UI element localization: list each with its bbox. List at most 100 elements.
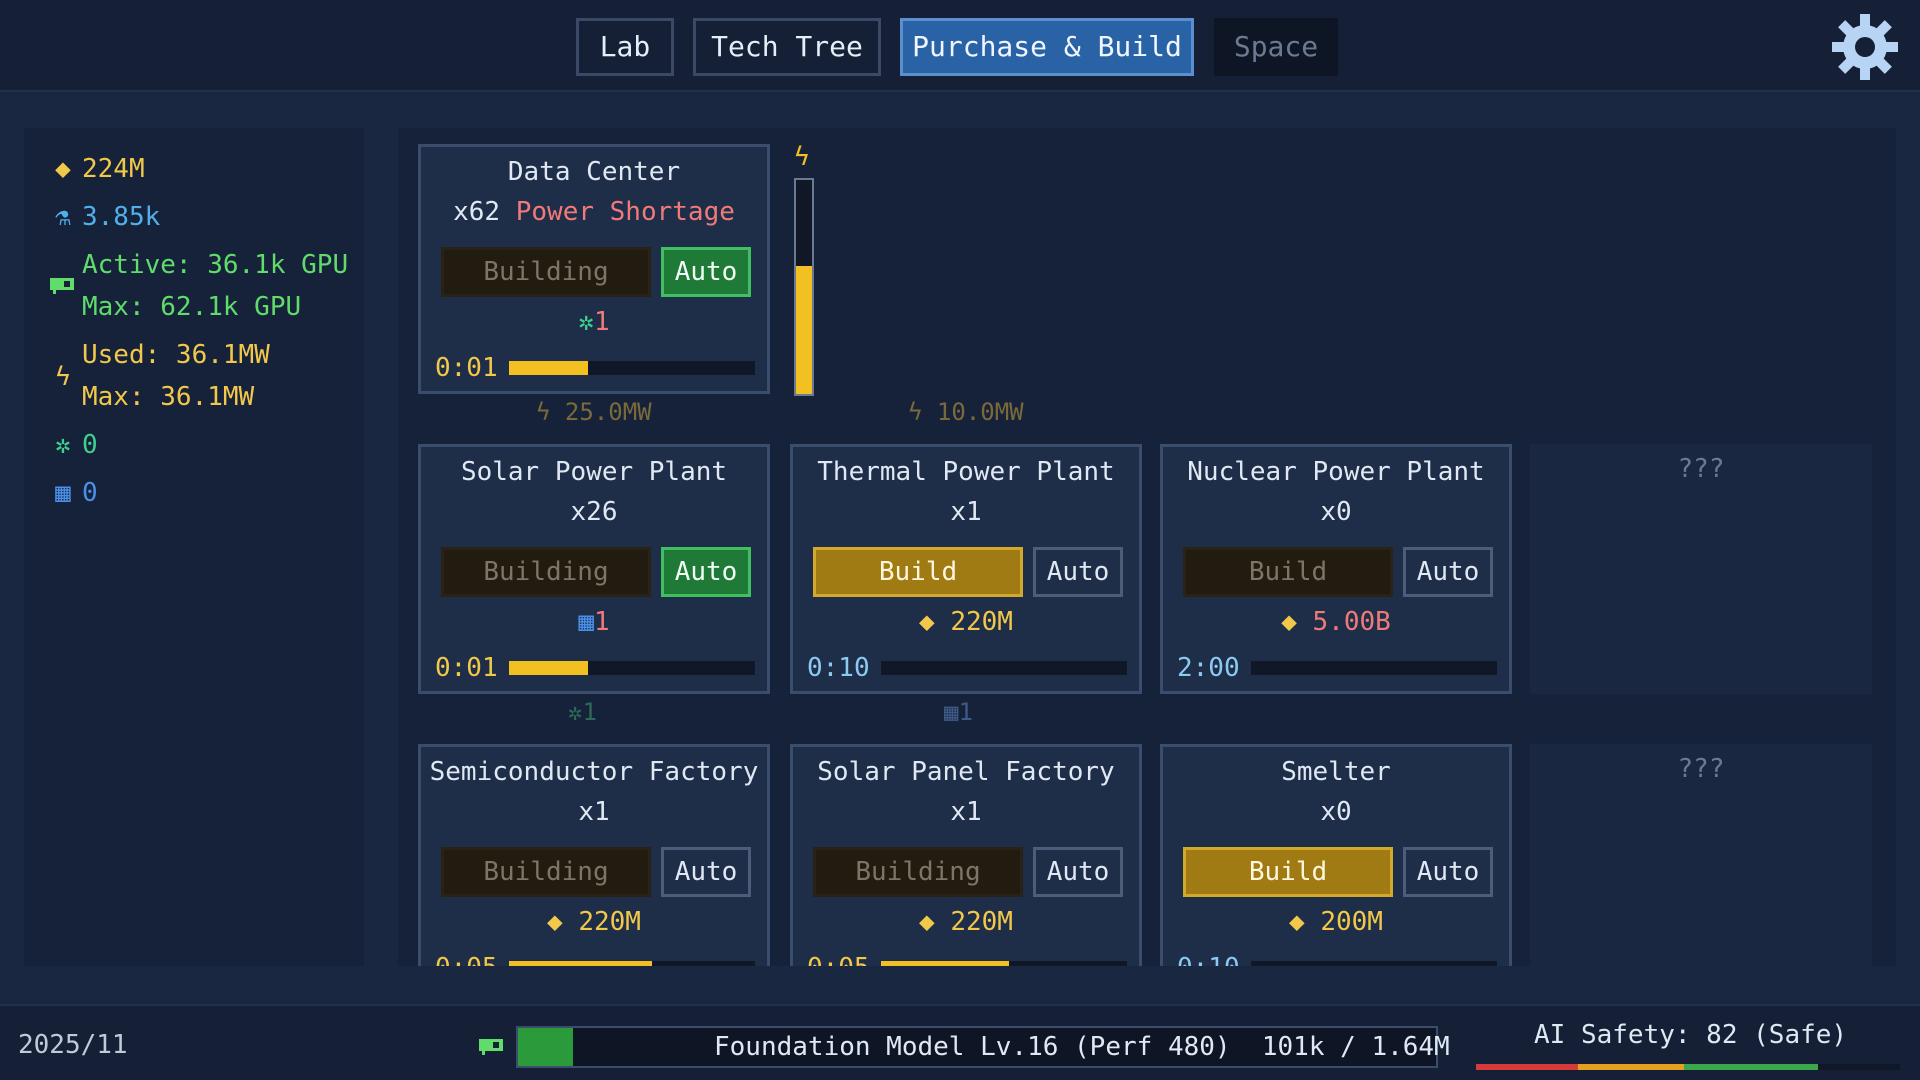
chip-icon: ✲ — [578, 307, 594, 337]
card-count: x1 — [950, 497, 982, 527]
card-smelter: Smelter x0 Build Auto ◆ 200M 0:10 — [1160, 744, 1512, 966]
tab-lab[interactable]: Lab — [576, 18, 674, 76]
money-icon: ◆ — [55, 154, 71, 184]
card-title: Nuclear Power Plant — [1187, 457, 1485, 487]
card-cost: ◆ 5.00B — [1281, 607, 1391, 637]
panel-stat: ▦ 0 — [48, 472, 97, 514]
gpu-stat: Active: 36.1k GPU Max: 62.1k GPU — [48, 244, 348, 328]
card-nuclear-power-plant: Nuclear Power Plant x0 Build Auto ◆ 5.00… — [1160, 444, 1512, 694]
card-timer: 0:05 — [435, 953, 498, 966]
model-progress: 101k / 1.64M — [1261, 1032, 1450, 1062]
thermal-power-output: ϟ 10.0MW — [908, 398, 1024, 426]
solar-panel-icon: ▦ — [55, 478, 71, 508]
building-button[interactable]: Building — [441, 547, 651, 597]
card-timer: 0:10 — [1177, 953, 1240, 966]
progress-bar — [1251, 961, 1497, 966]
tab-tech-tree[interactable]: Tech Tree — [693, 18, 881, 76]
card-timer: 0:01 — [435, 353, 498, 383]
ai-safety-meter — [1476, 1064, 1900, 1070]
card-solar-power-plant: Solar Power Plant x26 Building Auto ▦1 0… — [418, 444, 770, 694]
gpu-icon — [48, 266, 78, 308]
gear-icon[interactable] — [1830, 12, 1900, 82]
card-semiconductor-factory: Semiconductor Factory x1 Building Auto ◆… — [418, 744, 770, 966]
progress-bar — [509, 961, 755, 966]
card-count: x1 — [950, 797, 982, 827]
money-stat: ◆ 224M — [48, 148, 144, 190]
progress-bar — [509, 361, 755, 375]
money-icon: ◆ — [1281, 607, 1313, 637]
money-icon: ◆ — [919, 907, 951, 937]
card-timer: 0:01 — [435, 653, 498, 683]
card-cost: ◆ 200M — [1289, 907, 1383, 937]
tab-purchase-build[interactable]: Purchase & Build — [900, 18, 1194, 76]
card-count: x62 Power Shortage — [453, 197, 735, 227]
building-button[interactable]: Building — [441, 847, 651, 897]
card-title: Semiconductor Factory — [429, 757, 759, 787]
progress-bar — [509, 661, 755, 675]
top-bar: Lab Tech Tree Purchase & Build Space — [0, 0, 1920, 92]
chip-stat: ✲ 0 — [48, 424, 97, 466]
card-timer: 0:05 — [807, 953, 870, 966]
money-icon: ◆ — [919, 607, 951, 637]
auto-button[interactable]: Auto — [661, 247, 751, 297]
power-shortage-label: Power Shortage — [515, 197, 735, 227]
chip-icon: ✲ — [55, 430, 71, 460]
building-button[interactable]: Building — [441, 247, 651, 297]
progress-bar — [881, 961, 1127, 966]
status-bar: 2025/11 Foundation Model Lv.16 (Perf 480… — [0, 1004, 1920, 1080]
card-title: Smelter — [1281, 757, 1391, 787]
card-cost: ◆ 220M — [547, 907, 641, 937]
money-icon: ◆ — [547, 907, 579, 937]
card-cost: ▦1 — [578, 607, 610, 637]
research-stat: ⚗ 3.85k — [48, 196, 160, 238]
build-button[interactable]: Build — [813, 547, 1023, 597]
card-title: Solar Power Plant — [460, 457, 728, 487]
card-locked: ??? — [1530, 444, 1872, 694]
solar-panel-icon: ▦ — [578, 607, 594, 637]
power-stat: ϟ Used: 36.1MW Max: 36.1MW — [48, 334, 270, 418]
card-count: x26 — [570, 497, 618, 527]
resource-panel: ◆ 224M ⚗ 3.85k Active: 36.1k GPU Max: 62.1… — [24, 128, 364, 966]
power-gauge — [794, 178, 814, 396]
auto-button[interactable]: Auto — [661, 847, 751, 897]
card-locked: ??? — [1530, 744, 1872, 966]
auto-button[interactable]: Auto — [1403, 847, 1493, 897]
build-button[interactable]: Build — [1183, 847, 1393, 897]
card-count: x0 — [1320, 497, 1352, 527]
card-cost: ◆ 220M — [919, 907, 1013, 937]
card-title: Data Center — [507, 157, 681, 187]
building-button[interactable]: Building — [813, 847, 1023, 897]
solar-power-output: ϟ 25.0MW — [536, 398, 652, 426]
model-training-bar: Foundation Model Lv.16 (Perf 480) 101k /… — [516, 1026, 1450, 1068]
card-title: Solar Panel Factory — [817, 757, 1115, 787]
card-solar-panel-factory: Solar Panel Factory x1 Building Auto ◆ 2… — [790, 744, 1142, 966]
model-name: Foundation Model Lv.16 (Perf 480) — [714, 1032, 1231, 1062]
card-timer: 2:00 — [1177, 653, 1240, 683]
auto-button[interactable]: Auto — [661, 547, 751, 597]
card-count: x1 — [578, 797, 610, 827]
card-timer: 0:10 — [807, 653, 870, 683]
auto-button[interactable]: Auto — [1033, 547, 1123, 597]
bolt-icon: ϟ — [794, 142, 810, 172]
tab-space[interactable]: Space — [1214, 18, 1338, 76]
progress-bar — [1251, 661, 1497, 675]
build-button[interactable]: Build — [1183, 547, 1393, 597]
auto-button[interactable]: Auto — [1033, 847, 1123, 897]
panel-link: ▦1 — [944, 698, 973, 726]
card-cost: ◆ 220M — [919, 607, 1013, 637]
money-icon: ◆ — [1289, 907, 1321, 937]
gpu-icon — [479, 1039, 503, 1055]
progress-bar — [881, 661, 1127, 675]
card-data-center: Data Center x62 Power Shortage Building … — [418, 144, 770, 394]
bolt-icon: ϟ — [55, 362, 71, 392]
auto-button[interactable]: Auto — [1403, 547, 1493, 597]
chip-link: ✲1 — [568, 698, 597, 726]
card-title: Thermal Power Plant — [817, 457, 1115, 487]
build-panel: Data Center x62 Power Shortage Building … — [398, 128, 1896, 966]
ai-safety-label: AI Safety: 82 (Safe) — [1534, 1020, 1848, 1050]
card-count: x0 — [1320, 797, 1352, 827]
card-thermal-power-plant: Thermal Power Plant x1 Build Auto ◆ 220M… — [790, 444, 1142, 694]
game-date: 2025/11 — [18, 1030, 128, 1060]
card-cost: ✲1 — [578, 307, 610, 337]
flask-icon: ⚗ — [55, 202, 71, 232]
